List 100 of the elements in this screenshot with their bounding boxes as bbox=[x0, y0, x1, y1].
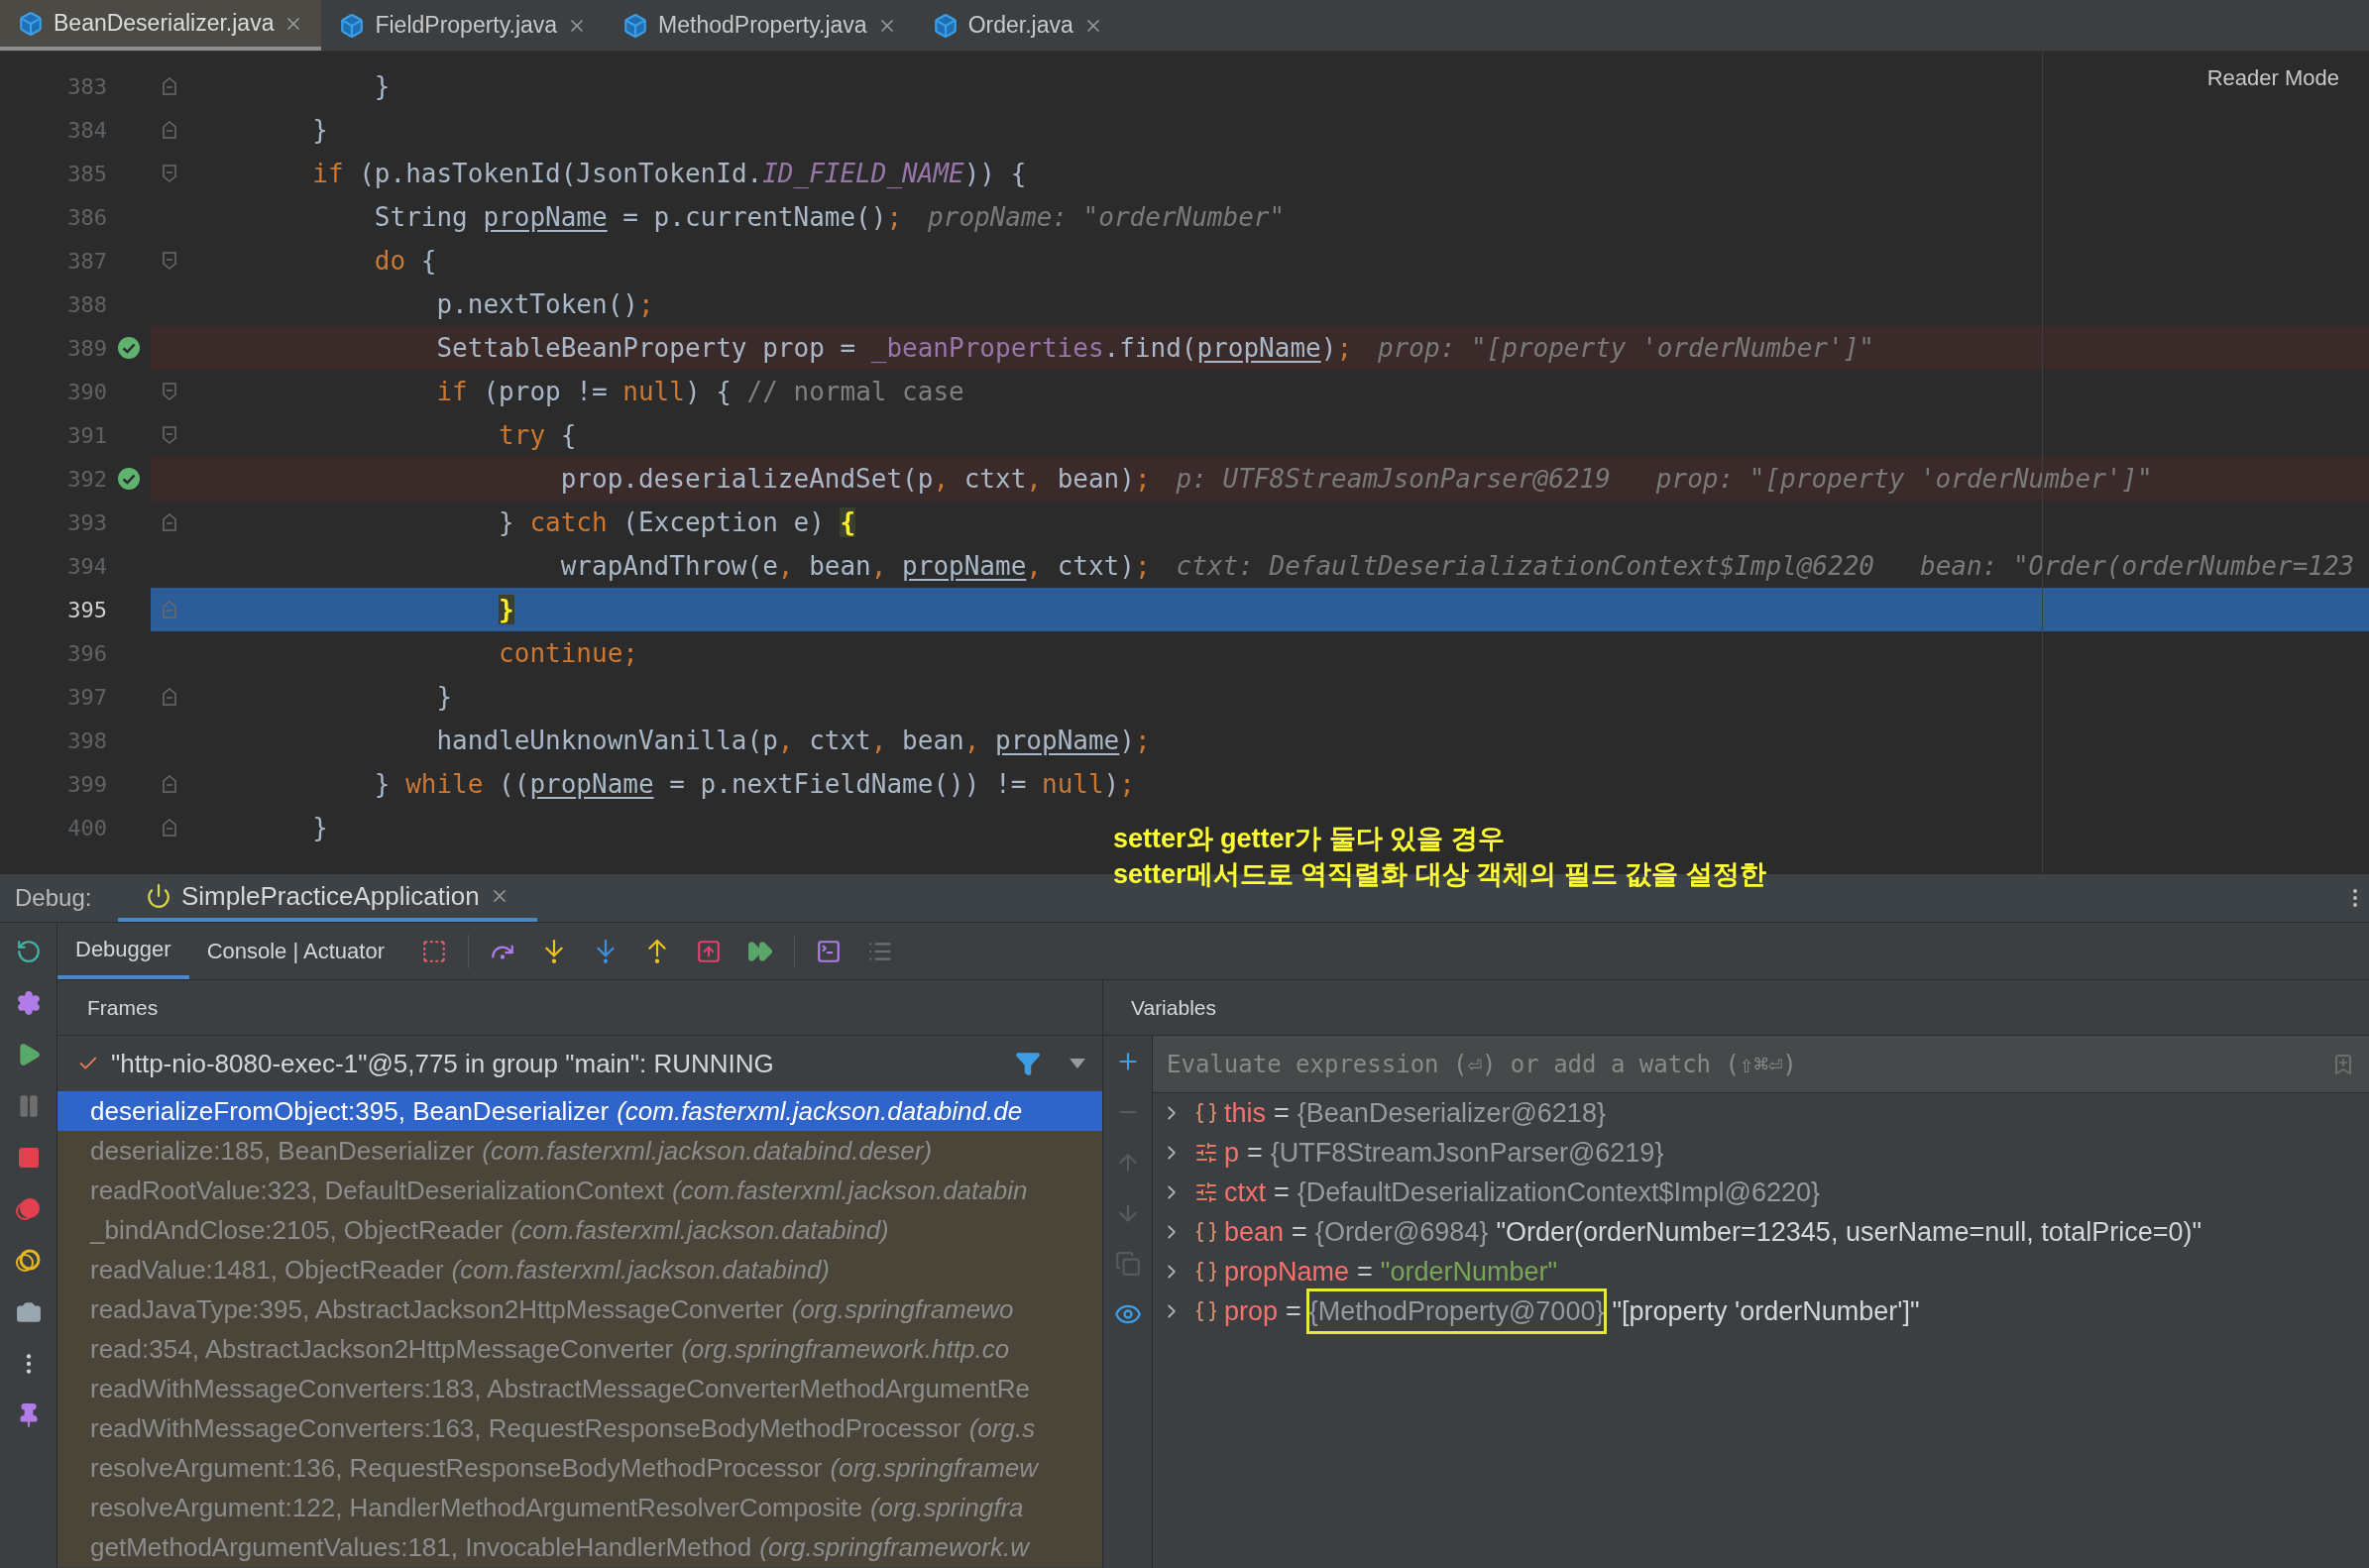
class-icon bbox=[932, 12, 959, 39]
equals-sign: = bbox=[1286, 1294, 1301, 1328]
stack-frame[interactable]: deserialize:185, BeanDeserializer (com.fasterxml.jackson.databind.deser) bbox=[57, 1131, 1102, 1171]
line-number: 388 bbox=[66, 290, 107, 319]
stack-frame[interactable]: readJavaType:395, AbstractJackson2HttpMessageConverter (org.springframewo bbox=[57, 1289, 1102, 1329]
stack-frame[interactable]: readRootValue:323, DefaultDeserializationContext (com.fasterxml.jackson.databin bbox=[57, 1171, 1102, 1210]
code-line: String propName = p.currentName(); bbox=[373, 200, 903, 234]
code-line: } bbox=[311, 811, 328, 844]
variable-name[interactable]: prop bbox=[1224, 1290, 1279, 1332]
inline-hint: bean: "Order(orderNumber=123 bbox=[1920, 549, 2355, 583]
evaluate-field[interactable]: Evaluate expression (⏎) or add a watch (⇧⌘⏎) bbox=[1153, 1036, 2369, 1093]
stack-frame[interactable]: getMethodArgumentValues:181, InvocableHandlerMethod (org.springframework.w bbox=[57, 1527, 1102, 1567]
line-number: 393 bbox=[66, 508, 107, 537]
code-line: SettableBeanProperty prop = _beanProperties.find(propName); bbox=[435, 331, 1353, 365]
stack-frame[interactable]: _bindAndClose:2105, ObjectReader (com.fasterxml.jackson.databind) bbox=[57, 1210, 1102, 1250]
line-number: 389 bbox=[66, 334, 107, 363]
variable-value: {Order@6984} bbox=[1314, 1215, 1489, 1249]
line-number: 386 bbox=[66, 203, 107, 232]
variable-name[interactable]: propName bbox=[1224, 1251, 1350, 1292]
reader-mode-label[interactable]: Reader Mode bbox=[2206, 61, 2339, 94]
session-tab[interactable]: SimplePracticeApplication bbox=[118, 874, 537, 922]
variable-name[interactable]: ctxt bbox=[1224, 1172, 1266, 1213]
thread-label[interactable]: "http-nio-8080-exec-1"@5,775 in group "main": RUNNING bbox=[111, 1044, 1003, 1083]
stack-frame[interactable]: resolveArgument:122, HandlerMethodArgumentResolverComposite (org.springfra bbox=[57, 1488, 1102, 1527]
equals-sign: = bbox=[1292, 1215, 1307, 1249]
code-line: } catch (Exception e) { bbox=[498, 505, 856, 539]
fold-marker-icon[interactable] bbox=[163, 252, 176, 270]
line-number: 397 bbox=[66, 683, 107, 712]
variable-value: {MethodProperty@7000} bbox=[1308, 1290, 1605, 1332]
line-number: 387 bbox=[66, 247, 107, 276]
code-line: if (prop != null) { // normal case bbox=[435, 375, 964, 408]
stack-frame[interactable]: resolveArgument:136, RequestResponseBodyMethodProcessor (org.springframew bbox=[57, 1448, 1102, 1488]
breakpoint-check-icon[interactable] bbox=[117, 336, 141, 360]
line-number: 400 bbox=[66, 814, 107, 842]
fold-marker-icon[interactable] bbox=[163, 165, 176, 182]
variable-value: "orderNumber" bbox=[1380, 1255, 1558, 1288]
object-icon bbox=[1194, 1220, 1218, 1244]
code-line: } bbox=[435, 680, 453, 714]
line-number: 394 bbox=[66, 552, 107, 581]
fold-marker-icon[interactable] bbox=[163, 819, 176, 837]
code-line: do { bbox=[373, 244, 437, 278]
inline-hint: ctxt: DefaultDeserializationContext$Impl@6220 bbox=[1176, 549, 1874, 583]
line-number: 390 bbox=[66, 378, 107, 406]
fold-marker-icon[interactable] bbox=[163, 77, 176, 95]
stack-frame[interactable]: read:354, AbstractJackson2HttpMessageConverter (org.springframework.http.co bbox=[57, 1329, 1102, 1369]
inline-hint: prop: "[property 'orderNumber']" bbox=[1655, 462, 2153, 496]
object-icon bbox=[1194, 1101, 1218, 1125]
variable-value: {UTF8StreamJsonParser@6219} bbox=[1270, 1136, 1664, 1170]
object-icon bbox=[1194, 1299, 1218, 1323]
variable-detail: "[property 'orderNumber']" bbox=[1612, 1294, 1920, 1328]
class-icon bbox=[18, 10, 44, 37]
fold-marker-icon[interactable] bbox=[163, 383, 176, 400]
fold-marker-icon[interactable] bbox=[163, 426, 176, 444]
equals-sign: = bbox=[1274, 1176, 1290, 1209]
code-line: handleUnknownVanilla(p, ctxt, bean, propName); bbox=[435, 724, 1151, 757]
debug-tab[interactable]: Debugger bbox=[57, 923, 189, 979]
stack-frame[interactable]: readWithMessageConverters:163, RequestResponseBodyMethodProcessor (org.s bbox=[57, 1408, 1102, 1448]
code-line: if (p.hasTokenId(JsonTokenId.ID_FIELD_NAME)) { bbox=[311, 157, 1027, 190]
fold-marker-icon[interactable] bbox=[163, 513, 176, 531]
line-number: 383 bbox=[66, 72, 107, 101]
line-number: 385 bbox=[66, 160, 107, 188]
file-tab[interactable]: BeanDeserializer.java bbox=[0, 0, 322, 51]
code-line: continue; bbox=[498, 636, 638, 670]
stack-frame[interactable]: readWithMessageConverters:183, AbstractMessageConverterMethodArgumentRe bbox=[57, 1369, 1102, 1408]
class-icon bbox=[622, 12, 649, 39]
evaluate-input[interactable]: Evaluate expression (⏎) or add a watch (⇧⌘⏎) bbox=[1167, 1046, 2331, 1082]
fold-marker-icon[interactable] bbox=[163, 121, 176, 139]
file-tab[interactable]: MethodProperty.java bbox=[605, 0, 915, 51]
file-tab[interactable]: Order.java bbox=[914, 0, 1121, 51]
code-line: p.nextToken(); bbox=[435, 287, 654, 321]
line-number: 395 bbox=[66, 596, 107, 624]
fold-marker-icon[interactable] bbox=[163, 601, 176, 618]
panel-title: Frames bbox=[87, 994, 159, 1021]
filter-icon[interactable] bbox=[1015, 1051, 1041, 1076]
file-tab[interactable]: FieldProperty.java bbox=[321, 0, 606, 51]
power-icon bbox=[146, 883, 171, 909]
inline-hint: propName: "orderNumber" bbox=[928, 200, 1286, 234]
code-line: prop.deserializeAndSet(p, ctxt, bean); bbox=[559, 462, 1151, 496]
variable-name[interactable]: this bbox=[1224, 1092, 1267, 1134]
field-icon bbox=[1194, 1180, 1218, 1204]
line-number: 398 bbox=[66, 727, 107, 755]
debug-label: Debug: bbox=[15, 883, 93, 913]
equals-sign: = bbox=[1247, 1136, 1263, 1170]
variable-value: {BeanDeserializer@6218} bbox=[1297, 1096, 1606, 1130]
fold-marker-icon[interactable] bbox=[163, 688, 176, 706]
variable-name[interactable]: p bbox=[1224, 1132, 1240, 1174]
code-line: } bbox=[373, 69, 391, 103]
fold-marker-icon[interactable] bbox=[163, 775, 176, 793]
panel-title: Variables bbox=[1131, 994, 1216, 1021]
line-number: 391 bbox=[66, 421, 107, 450]
equals-sign: = bbox=[1357, 1255, 1373, 1288]
variable-name[interactable]: bean bbox=[1224, 1211, 1285, 1253]
breakpoint-check-icon[interactable] bbox=[117, 467, 141, 491]
debug-tab[interactable]: Console | Actuator bbox=[188, 923, 402, 979]
stack-frame[interactable]: readValue:1481, ObjectReader (com.fasterxml.jackson.databind) bbox=[57, 1250, 1102, 1289]
dropdown-caret-icon[interactable] bbox=[1069, 1058, 1086, 1069]
stack-frame[interactable]: deserializeFromObject:395, BeanDeserializer (com.fasterxml.jackson.databind.de bbox=[57, 1091, 1102, 1131]
class-icon bbox=[339, 12, 366, 39]
code-line: } bbox=[311, 113, 328, 147]
annotation-text: setter와 getter가 둘다 있을 경우 bbox=[1113, 823, 1506, 855]
